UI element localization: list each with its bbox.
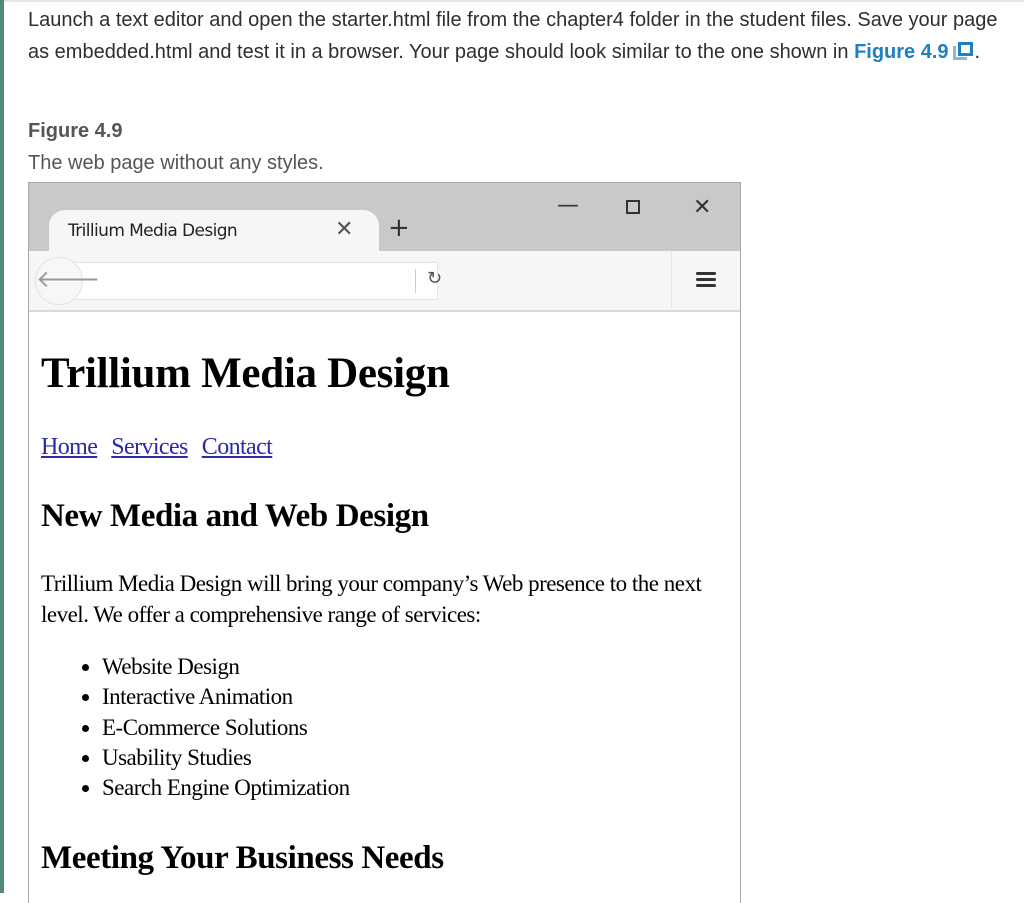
left-accent-bar	[0, 0, 4, 893]
list-item: E-Commerce Solutions	[102, 713, 350, 743]
browser-toolbar: ↻ 🡐	[29, 251, 740, 312]
top-divider	[0, 0, 1024, 2]
list-item: Search Engine Optimization	[102, 773, 350, 803]
instructions-period: .	[974, 41, 981, 63]
list-item: Website Design	[102, 652, 350, 682]
new-tab-icon[interactable]: +	[388, 213, 410, 243]
figure-link-label: Figure 4.9	[854, 41, 949, 63]
url-separator	[415, 269, 416, 293]
figure-label: Figure 4.9	[28, 120, 123, 142]
services-list: Website Design Interactive Animation E-C…	[41, 652, 350, 803]
instructions-text: Launch a text editor and open the starte…	[28, 9, 998, 63]
url-bar[interactable]: ↻	[57, 262, 442, 300]
section-heading: New Media and Web Design	[41, 498, 429, 534]
reload-icon[interactable]: ↻	[427, 268, 442, 289]
browser-titlebar: Trillium Media Design ✕ + — ✕	[29, 183, 740, 252]
site-title: Trillium Media Design	[41, 350, 450, 397]
back-arrow-icon[interactable]: 🡐	[35, 257, 100, 305]
maximize-icon[interactable]	[626, 200, 640, 214]
tab-close-icon[interactable]: ✕	[335, 217, 353, 242]
intro-paragraph: Trillium Media Design will bring your co…	[41, 571, 702, 627]
figure-link[interactable]: Figure 4.9	[854, 41, 974, 63]
section-heading: Meeting Your Business Needs	[41, 840, 444, 876]
nav-link-home[interactable]: Home	[41, 434, 98, 460]
open-popup-icon	[952, 42, 975, 60]
tab-title: Trillium Media Design	[68, 221, 238, 241]
browser-screenshot: Trillium Media Design ✕ + — ✕ ↻ 🡐 Trilli…	[28, 182, 741, 903]
browser-tab[interactable]: Trillium Media Design ✕	[49, 210, 379, 252]
nav-link-contact[interactable]: Contact	[202, 434, 273, 460]
list-item: Interactive Animation	[102, 682, 350, 712]
figure-caption: The web page without any styles.	[28, 152, 324, 174]
hamburger-menu-icon[interactable]	[696, 272, 716, 290]
list-item: Usability Studies	[102, 743, 350, 773]
instructions-paragraph: Launch a text editor and open the starte…	[28, 4, 1018, 68]
window-close-icon[interactable]: ✕	[693, 195, 711, 220]
toolbar-separator	[671, 251, 672, 308]
nav-link-services[interactable]: Services	[111, 434, 188, 460]
minimize-icon[interactable]: —	[557, 193, 579, 218]
site-nav: Home Services Contact	[41, 434, 286, 461]
